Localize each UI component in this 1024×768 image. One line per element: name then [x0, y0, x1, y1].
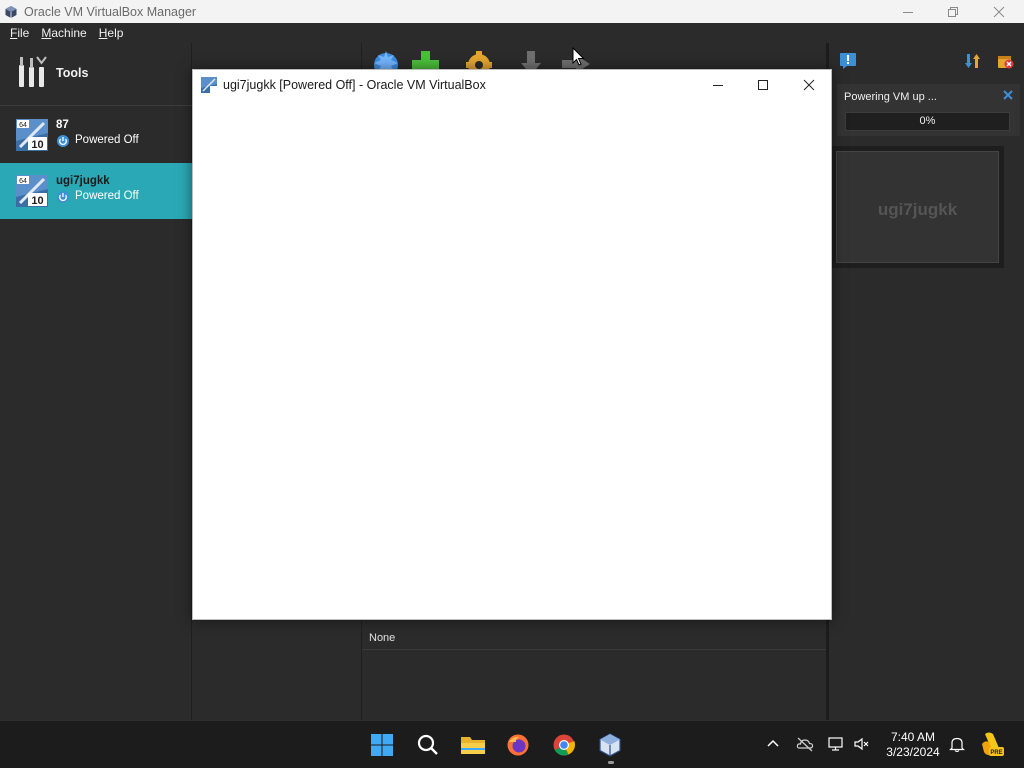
- search-icon: [417, 734, 438, 755]
- notification-icon[interactable]: [839, 52, 857, 70]
- close-icon: [803, 79, 815, 91]
- menu-help[interactable]: Help: [93, 26, 130, 40]
- notification-toolbar: [829, 43, 1024, 79]
- windows10-64-icon: [201, 77, 217, 93]
- windows10-64-icon: 64 10: [16, 119, 48, 151]
- vm-list-item-ugi7jugkk[interactable]: 64 10 ugi7jugkk Powered Off: [0, 163, 192, 219]
- close-button[interactable]: [976, 0, 1022, 23]
- vm-window-title: ugi7jugkk [Powered Off] - Oracle VM Virt…: [223, 78, 486, 92]
- menu-bar: File Machine Help: [0, 23, 1024, 43]
- taskbar: 7:40 AM 3/23/2024 PRE: [0, 720, 1024, 768]
- progress-text: 0%: [919, 115, 936, 127]
- search-button[interactable]: [414, 731, 442, 759]
- tools-label: Tools: [56, 66, 89, 80]
- vm-state: Powered Off: [75, 190, 139, 202]
- close-icon: [993, 6, 1005, 17]
- chevron-up-icon[interactable]: [764, 735, 782, 753]
- sort-icon[interactable]: [965, 52, 981, 70]
- restore-icon: [948, 6, 958, 17]
- power-off-icon: [57, 191, 69, 203]
- onedrive-offline-icon[interactable]: [796, 735, 814, 753]
- vm-maximize-button[interactable]: [740, 70, 786, 100]
- clock-date: 3/23/2024: [886, 745, 940, 759]
- clear-notifications-icon[interactable]: [996, 52, 1014, 70]
- preview-screen: ugi7jugkk: [836, 151, 999, 263]
- vm-close-button[interactable]: [786, 70, 832, 100]
- tools-item[interactable]: Tools: [0, 43, 192, 105]
- copilot-preview-icon[interactable]: PRE: [979, 730, 1005, 758]
- progress-bar: 0%: [845, 112, 1010, 131]
- main-titlebar: Oracle VM VirtualBox Manager: [0, 0, 1024, 23]
- notification-card: Powering VM up ... 0%: [837, 84, 1020, 136]
- virtualbox-button[interactable]: [596, 731, 624, 759]
- power-off-icon: [57, 135, 69, 147]
- chrome-button[interactable]: [550, 731, 578, 759]
- menu-file[interactable]: File: [4, 26, 35, 40]
- vm-state: Powered Off: [75, 134, 139, 146]
- minimize-icon: [713, 85, 723, 86]
- vm-name: ugi7jugkk: [56, 175, 110, 187]
- vm-window-titlebar[interactable]: ugi7jugkk [Powered Off] - Oracle VM Virt…: [193, 70, 831, 100]
- start-icon: [371, 734, 393, 756]
- clock-time: 7:40 AM: [890, 730, 936, 744]
- virtualbox-app-icon: [5, 5, 17, 18]
- tools-icon: [19, 56, 47, 87]
- firefox-icon: [507, 734, 529, 756]
- minimize-button[interactable]: [885, 0, 931, 23]
- notification-title: Powering VM up ...: [844, 91, 937, 103]
- details-value-none: None: [369, 632, 396, 644]
- notification-center: Powering VM up ... 0%: [826, 43, 1024, 720]
- machine-list-pane: Tools 64 10 87 Powered Off 64 10 ugi7jug…: [0, 43, 192, 720]
- restore-button[interactable]: [930, 0, 976, 23]
- file-explorer-button[interactable]: [459, 731, 487, 759]
- svg-text:10: 10: [31, 139, 43, 151]
- notification-bell-icon[interactable]: [948, 735, 966, 753]
- svg-text:PRE: PRE: [990, 750, 1002, 756]
- active-app-indicator: [608, 761, 614, 764]
- minimize-icon: [903, 11, 913, 13]
- vm-name: 87: [56, 119, 69, 131]
- vm-list-item-87[interactable]: 64 10 87 Powered Off: [0, 107, 192, 163]
- close-icon[interactable]: [1002, 89, 1014, 101]
- svg-text:64: 64: [19, 178, 27, 185]
- start-button[interactable]: [368, 731, 396, 759]
- chrome-icon: [553, 734, 576, 756]
- maximize-icon: [758, 80, 768, 90]
- svg-text:10: 10: [31, 195, 43, 207]
- main-window-title: Oracle VM VirtualBox Manager: [24, 4, 197, 19]
- vm-window[interactable]: ugi7jugkk [Powered Off] - Oracle VM Virt…: [192, 69, 832, 620]
- divider: [362, 649, 827, 650]
- virtualbox-icon: [599, 733, 621, 757]
- mouse-cursor-icon: [572, 47, 585, 66]
- volume-muted-icon[interactable]: [853, 735, 871, 753]
- firefox-button[interactable]: [504, 731, 532, 759]
- taskbar-clock[interactable]: 7:40 AM 3/23/2024: [882, 730, 944, 760]
- display-icon[interactable]: [827, 735, 845, 753]
- svg-text:64: 64: [19, 122, 27, 129]
- preview-vm-name: ugi7jugkk: [877, 200, 958, 219]
- divider: [0, 105, 192, 106]
- file-explorer-icon: [461, 737, 485, 754]
- vm-minimize-button[interactable]: [695, 70, 741, 100]
- windows10-64-icon: 64 10: [16, 175, 48, 207]
- menu-machine[interactable]: Machine: [35, 26, 92, 40]
- vm-preview: ugi7jugkk: [832, 146, 1004, 268]
